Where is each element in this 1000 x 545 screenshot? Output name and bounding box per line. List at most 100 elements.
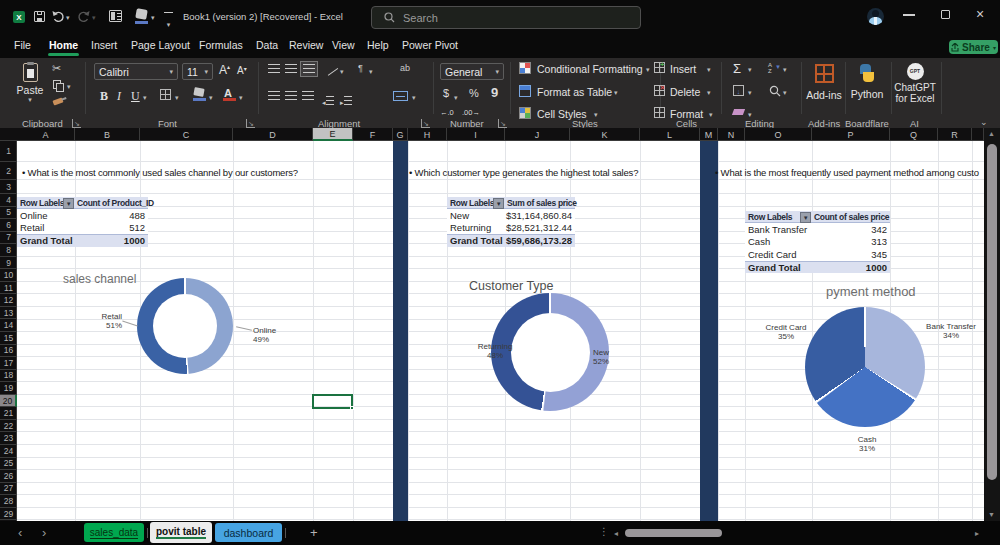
delete-cells-button[interactable]: Delete — [670, 86, 700, 98]
pivot-total-row[interactable]: Grand Total1000 — [17, 234, 148, 246]
row-header-14[interactable]: 14 — [0, 320, 17, 333]
insert-cells-button[interactable]: Insert — [670, 63, 696, 75]
column-header-R[interactable]: R — [938, 128, 972, 141]
align-right-icon[interactable] — [302, 91, 314, 100]
maximize-button[interactable] — [941, 10, 950, 19]
chart1-donut[interactable] — [137, 278, 233, 374]
decrease-font-icon[interactable]: A▾ — [237, 65, 247, 76]
row-header-26[interactable]: 26 — [0, 470, 17, 483]
undo-icon[interactable] — [52, 10, 64, 23]
undo-dropdown-icon[interactable]: ▾ — [66, 14, 70, 21]
tab-help[interactable]: Help — [367, 39, 389, 51]
tab-file[interactable]: File — [14, 39, 31, 51]
selected-cell[interactable] — [312, 394, 353, 409]
row-header-11[interactable]: 11 — [0, 282, 17, 295]
increase-decimal-icon[interactable]: ←.0 — [440, 108, 454, 117]
font-dialog-launcher[interactable]: ↘ — [246, 119, 255, 128]
row-header-6[interactable]: 6 — [0, 219, 17, 232]
row-header-25[interactable]: 25 — [0, 458, 17, 471]
copy-dropdown-icon[interactable]: ▾ — [67, 83, 71, 90]
row-header-7[interactable]: 7 — [0, 232, 17, 245]
align-bottom-icon[interactable] — [300, 61, 318, 77]
pivot-row[interactable]: Credit Card345 — [745, 248, 890, 260]
column-header-N[interactable]: N — [718, 128, 745, 141]
underline-dropdown-icon[interactable]: ▾ — [143, 94, 147, 101]
row-header-2[interactable]: 2 — [0, 162, 17, 180]
fill-dropdown-icon[interactable]: ▾ — [209, 94, 213, 101]
column-header-D[interactable]: D — [233, 128, 313, 141]
font-size-select[interactable]: 11▾ — [182, 63, 213, 80]
redo-icon[interactable] — [78, 10, 90, 23]
collapse-ribbon-icon[interactable]: ⌄ — [980, 118, 988, 127]
row-header-8[interactable]: 8 — [0, 244, 17, 257]
conditional-formatting-button[interactable]: Conditional Formatting — [537, 63, 643, 75]
row-header-12[interactable]: 12 — [0, 294, 17, 307]
pivot-total-row[interactable]: Grand Total$59,686,173.28 — [447, 234, 575, 246]
increase-indent-icon[interactable]: ▸ — [340, 91, 352, 109]
orientation-icon[interactable] — [324, 62, 338, 75]
row-header-29[interactable]: 29 — [0, 508, 17, 521]
tab-home[interactable]: Home — [49, 39, 78, 51]
column-header-B[interactable]: B — [75, 128, 140, 141]
row-header-20[interactable]: 20 — [0, 395, 17, 408]
sheet-tab-povit-table[interactable]: povit table — [150, 522, 212, 543]
sheet-tab-dashboard[interactable]: dashboard — [215, 523, 282, 542]
vertical-scroll-thumb[interactable] — [987, 144, 997, 480]
grid[interactable]: • What is the most commonly used sales c… — [17, 141, 984, 521]
find-select-icon[interactable] — [769, 85, 781, 97]
fill-color-qat-icon[interactable] — [135, 8, 148, 20]
row-header-16[interactable]: 16 — [0, 345, 17, 358]
share-button[interactable]: Share ▾ — [949, 40, 998, 54]
sheet-tab-sales-data[interactable]: sales_data — [84, 523, 144, 542]
autosum-icon[interactable]: Σ — [733, 61, 741, 76]
number-dialog-launcher[interactable]: ↘ — [498, 119, 507, 128]
addins-button[interactable]: Add-ins — [804, 62, 844, 112]
alignment-dialog-launcher[interactable]: ↘ — [421, 119, 430, 128]
font-name-select[interactable]: Calibri▾ — [94, 63, 178, 80]
row-header-23[interactable]: 23 — [0, 432, 17, 445]
close-button[interactable]: × — [976, 6, 984, 22]
tab-view[interactable]: View — [332, 39, 355, 51]
merge-center-icon[interactable] — [393, 91, 408, 101]
row-header-4[interactable]: 4 — [0, 194, 17, 207]
fill-down-icon[interactable]: ↓ — [733, 85, 744, 96]
cut-icon[interactable]: ✂ — [52, 62, 61, 75]
tab-formulas[interactable]: Formulas — [199, 39, 243, 51]
column-header-G[interactable]: G — [393, 128, 408, 141]
tab-insert[interactable]: Insert — [91, 39, 117, 51]
scroll-up-icon[interactable]: ▲ — [988, 130, 995, 137]
column-header-I[interactable]: I — [447, 128, 505, 141]
column-header-F[interactable]: F — [353, 128, 393, 141]
pivot-row[interactable]: Returning$28,521,312.44 — [447, 222, 575, 234]
row-header-1[interactable]: 1 — [0, 141, 17, 162]
wrap-dropdown-icon[interactable]: ▾ — [369, 68, 373, 75]
column-header-L[interactable]: L — [640, 128, 700, 141]
align-center-icon[interactable] — [285, 91, 297, 100]
save-icon[interactable] — [34, 11, 45, 22]
python-button[interactable]: Python — [846, 62, 888, 112]
column-header-C[interactable]: C — [140, 128, 233, 141]
column-header-H[interactable]: H — [408, 128, 447, 141]
percent-icon[interactable]: % — [469, 87, 479, 99]
row-header-19[interactable]: 19 — [0, 382, 17, 395]
column-header-partial[interactable] — [972, 128, 984, 141]
scroll-down-icon[interactable]: ▼ — [988, 511, 995, 518]
hscroll-right-icon[interactable]: ▸ — [975, 529, 979, 538]
column-header-O[interactable]: O — [745, 128, 812, 141]
read-mode-icon[interactable] — [109, 10, 122, 22]
orientation-dropdown-icon[interactable]: ▾ — [340, 68, 344, 75]
sort-filter-icon[interactable]: AZ▼ — [768, 62, 772, 74]
chart3-pie[interactable] — [805, 307, 925, 427]
prev-sheet-icon[interactable]: ‹ — [18, 525, 22, 540]
borders-icon[interactable] — [160, 89, 171, 100]
column-header-K[interactable]: K — [570, 128, 640, 141]
row-header-9[interactable]: 9 — [0, 257, 17, 270]
row-header-17[interactable]: 17 — [0, 357, 17, 370]
column-header-A[interactable]: A — [17, 128, 75, 141]
next-sheet-icon[interactable]: › — [42, 525, 46, 540]
accounting-dropdown-icon[interactable]: ▾ — [454, 94, 458, 101]
decrease-indent-icon[interactable]: ◂ — [322, 91, 334, 109]
column-header-E[interactable]: E — [313, 128, 353, 141]
row-header-18[interactable]: 18 — [0, 370, 17, 383]
vertical-scrollbar[interactable]: ▲ ▼ — [984, 128, 1000, 521]
